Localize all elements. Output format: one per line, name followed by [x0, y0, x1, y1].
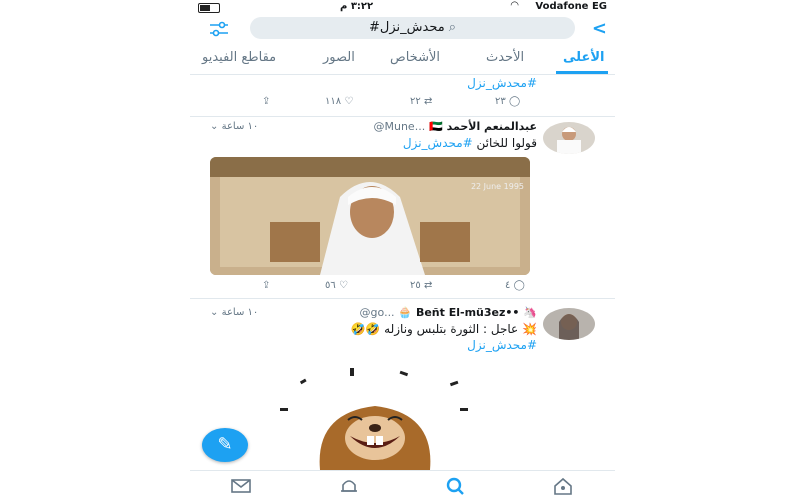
- filter-icon[interactable]: [208, 20, 230, 38]
- bell-icon[interactable]: [338, 477, 360, 495]
- boom-icon: 💥: [522, 322, 537, 336]
- home-icon[interactable]: [552, 477, 574, 495]
- search-query: #محدش_نزل: [369, 20, 445, 35]
- share-icon[interactable]: ⇪: [262, 96, 270, 107]
- reply-button[interactable]: ٤ ◯: [505, 280, 525, 291]
- search-icon[interactable]: [444, 477, 466, 495]
- tweet-options[interactable]: ⌄ ١٠ ساعة: [210, 307, 258, 318]
- tweet-handle: @go...: [359, 306, 395, 319]
- tweet-author[interactable]: @Mune... 🇦🇪 عبدالمنعم الأحمد: [374, 120, 538, 133]
- like-icon: ♡: [338, 280, 348, 291]
- like-count: ٥٦: [325, 280, 336, 291]
- flag-icon: 🇦🇪: [429, 120, 443, 133]
- tweet-author[interactable]: @go... 🧁 Beñt El-mü3ez•• 🦄: [360, 306, 537, 319]
- tweet-body: عاجل : الثورة بتلبس ونازله 🤣🤣: [350, 322, 519, 336]
- tweet-time: ١٠ ساعة: [221, 121, 259, 132]
- tweet-gif-image[interactable]: [210, 358, 530, 470]
- share-icon[interactable]: ⇪: [262, 280, 270, 291]
- author-name: Beñt El-mü3ez••: [415, 306, 520, 319]
- reply-count: ٢٣: [495, 96, 506, 107]
- carrier-label: Vodafone EG: [535, 1, 607, 12]
- reply-count: ٤: [505, 280, 511, 291]
- tweet-hashtag[interactable]: #محدش_نزل: [403, 136, 473, 150]
- chevron-down-icon: ⌄: [210, 307, 219, 318]
- mail-icon[interactable]: [230, 477, 252, 495]
- like-button[interactable]: ٥٦ ♡: [325, 280, 348, 291]
- tab-photos[interactable]: الصور: [323, 50, 355, 65]
- tweet-video-thumbnail[interactable]: 22 June 1995: [210, 157, 530, 275]
- tweet-text: 💥 عاجل : الثورة بتلبس ونازله 🤣🤣: [350, 322, 537, 336]
- status-bar: ٣:٢٢ م ◠ Vodafone EG: [190, 0, 615, 14]
- avatar[interactable]: [543, 122, 595, 154]
- like-button[interactable]: ١١٨ ♡: [325, 96, 353, 107]
- tweet-hashtag[interactable]: #محدش_نزل: [467, 338, 537, 352]
- search-icon: ⌕: [448, 20, 456, 35]
- avatar[interactable]: [543, 308, 595, 340]
- tweet-handle: @Mune...: [373, 120, 426, 133]
- reply-icon: ◯: [508, 96, 521, 107]
- tweet-body: قولوا للخائن: [476, 136, 537, 150]
- tweet-options[interactable]: ⌄ ١٠ ساعة: [210, 121, 258, 132]
- tweet-2[interactable]: @Mune... 🇦🇪 عبدالمنعم الأحمد ⌄ ١٠ ساعة ق…: [190, 116, 615, 299]
- tweet-3[interactable]: @go... 🧁 Beñt El-mü3ez•• 🦄 ⌄ ١٠ ساعة 💥 ع…: [190, 298, 615, 470]
- search-tabs: مقاطع الفيديو الصور الأشخاص الأحدث الأعل…: [190, 44, 615, 75]
- search-header: #محدش_نزل ⌕ <: [190, 14, 615, 44]
- like-count: ١١٨: [325, 96, 342, 107]
- search-input[interactable]: #محدش_نزل ⌕: [250, 17, 575, 39]
- tweet-time: ١٠ ساعة: [221, 307, 259, 318]
- retweet-icon: ⇄: [423, 96, 433, 107]
- emoji-icon: 🦄: [523, 306, 537, 319]
- retweet-icon: ⇄: [423, 280, 433, 291]
- battery-icon: [198, 3, 220, 13]
- like-icon: ♡: [344, 96, 354, 107]
- tab-latest[interactable]: الأحدث: [486, 50, 524, 65]
- retweet-button[interactable]: ٢٥ ⇄: [410, 280, 432, 291]
- retweet-count: ٢٢: [410, 96, 421, 107]
- retweet-count: ٢٥: [410, 280, 421, 291]
- retweet-button[interactable]: ٢٢ ⇄: [410, 96, 432, 107]
- compose-button[interactable]: ✎: [202, 428, 248, 462]
- reply-icon: ◯: [513, 280, 525, 291]
- twitter-app-screen: ٣:٢٢ م ◠ Vodafone EG #محدش_نزل ⌕ < مقاطع …: [190, 0, 615, 500]
- bottom-nav: [190, 470, 615, 500]
- chevron-down-icon: ⌄: [210, 121, 219, 132]
- tweet-1-actions: ⇪ ١١٨ ♡ ٢٢ ⇄ ٢٣ ◯: [190, 96, 615, 112]
- video-caption: 22 June 1995: [470, 182, 524, 191]
- tweet-2-actions: ⇪ ٥٦ ♡ ٢٥ ⇄ ٤ ◯: [190, 280, 615, 296]
- tweet-text: قولوا للخائن #محدش_نزل: [403, 136, 537, 150]
- status-time: ٣:٢٢ م: [340, 1, 374, 12]
- compose-icon: ✎: [217, 434, 233, 455]
- cupcake-icon: 🧁: [398, 306, 413, 319]
- author-name: عبدالمنعم الأحمد: [446, 120, 537, 133]
- reply-button[interactable]: ٢٣ ◯: [495, 96, 520, 107]
- tweet-1[interactable]: #محدش_نزل ⇪ ١١٨ ♡ ٢٢ ⇄ ٢٣ ◯: [190, 74, 615, 117]
- tab-people[interactable]: الأشخاص: [390, 50, 440, 65]
- wifi-icon: ◠: [510, 0, 519, 11]
- tweet-1-hashtag[interactable]: #محدش_نزل: [467, 76, 537, 90]
- tab-top[interactable]: الأعلى: [563, 50, 604, 65]
- back-icon[interactable]: <: [592, 18, 607, 39]
- tab-videos[interactable]: مقاطع الفيديو: [202, 50, 276, 65]
